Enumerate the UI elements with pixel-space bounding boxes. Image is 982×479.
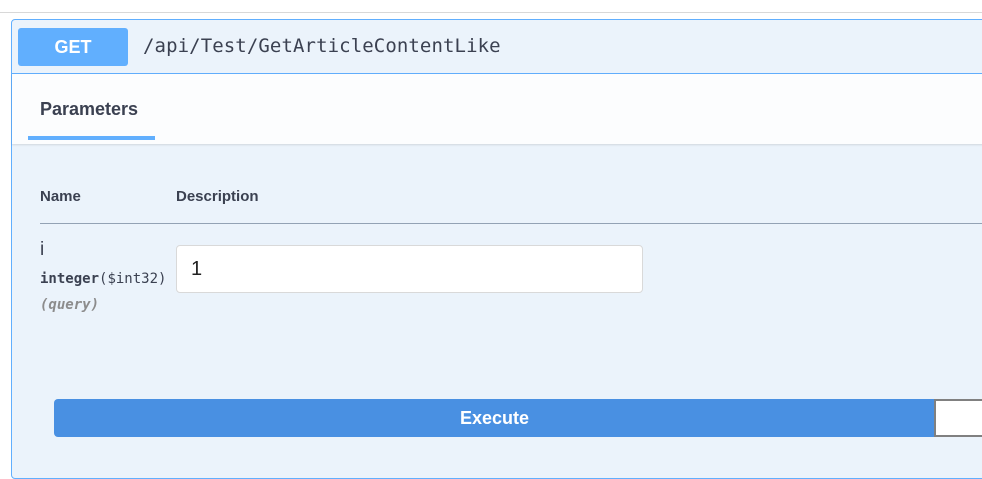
section-divider	[0, 12, 982, 13]
execute-button[interactable]: Execute	[54, 399, 935, 437]
parameter-type-name: integer	[40, 271, 100, 287]
tab-parameters[interactable]: Parameters	[40, 99, 138, 120]
operation-summary[interactable]: GET /api/Test/GetArticleContentLike	[12, 20, 982, 74]
parameter-name: i	[40, 239, 45, 260]
parameters-tab-header: Parameters	[12, 74, 982, 144]
parameter-location: (query)	[40, 297, 100, 313]
column-header-name: Name	[40, 188, 81, 205]
http-method-badge: GET	[18, 28, 128, 66]
operation-block-get: GET /api/Test/GetArticleContentLike Para…	[11, 19, 982, 479]
endpoint-path: /api/Test/GetArticleContentLike	[143, 35, 501, 57]
column-header-description: Description	[176, 188, 259, 205]
parameter-type-format: ($int32)	[99, 271, 167, 287]
parameter-value-input[interactable]	[176, 245, 643, 293]
clear-button[interactable]	[934, 399, 982, 437]
table-header-rule	[40, 223, 982, 224]
parameter-type: integer($int32)	[40, 271, 166, 287]
tab-active-indicator	[28, 136, 155, 140]
